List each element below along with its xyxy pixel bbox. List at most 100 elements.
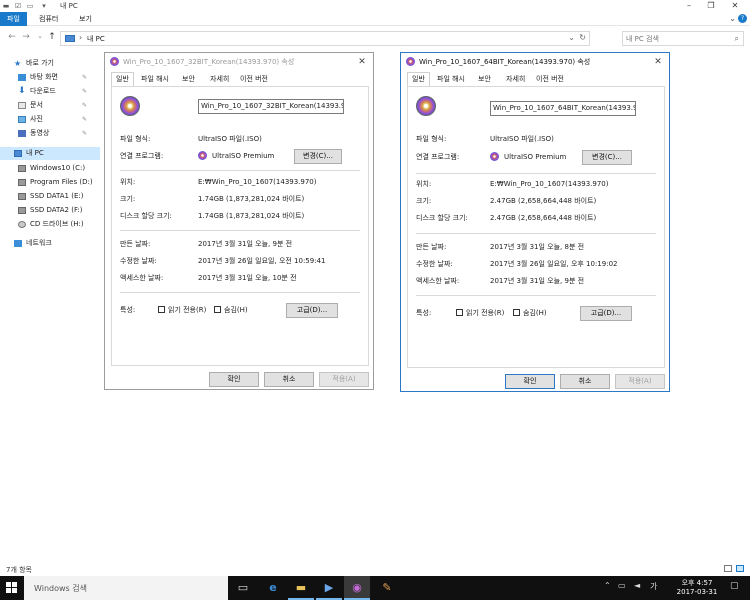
tab-previous-versions[interactable]: 이전 버전 — [532, 73, 568, 86]
change-button[interactable]: 변경(C)... — [294, 149, 342, 164]
search-input[interactable] — [626, 33, 726, 44]
address-bar[interactable]: › 내 PC ⌄ ↻ — [60, 31, 590, 46]
search-icon: ⌕ — [734, 34, 739, 43]
nav-drive-d[interactable]: Program Files (D:) — [18, 176, 100, 189]
nav-videos[interactable]: 동영상 ✎ — [18, 127, 100, 140]
nav-drive-h[interactable]: CD 드라이브 (H:) — [18, 218, 100, 231]
pin-icon[interactable]: ✎ — [82, 99, 87, 112]
nav-quick-access[interactable]: ★ 바로 가기 — [14, 57, 100, 70]
close-icon[interactable]: ✕ — [651, 55, 665, 69]
cancel-button[interactable]: 취소 — [264, 372, 314, 387]
hidden-checkbox[interactable] — [513, 309, 520, 316]
nav-network[interactable]: 네트워크 — [14, 237, 100, 250]
nav-drive-e[interactable]: SSD DATA1 (E:) — [18, 190, 100, 203]
tab-view[interactable]: 보기 — [72, 12, 99, 26]
this-pc-icon — [65, 35, 75, 42]
back-icon[interactable]: ← — [6, 32, 18, 42]
ok-button[interactable]: 확인 — [209, 372, 259, 387]
tab-file-hash[interactable]: 파일 해시 — [433, 73, 469, 86]
created-row: 만든 날짜: 2017년 3월 31일 오늘, 8분 전 — [416, 243, 585, 251]
properties-icon[interactable]: ☑ — [14, 2, 22, 10]
customize-quick-access-icon[interactable]: ▾ — [40, 2, 48, 10]
tab-security[interactable]: 보안 — [178, 73, 199, 86]
tab-file[interactable]: 파일 — [0, 12, 27, 26]
drive-icon — [18, 207, 26, 214]
nav-drive-c[interactable]: Windows10 (C:) — [18, 162, 100, 175]
readonly-checkbox[interactable] — [456, 309, 463, 316]
tab-general[interactable]: 일반 — [407, 72, 430, 86]
dialog-titlebar[interactable]: Win_Pro_10_1607_32BIT_Korean(14393.970) … — [105, 53, 373, 71]
recent-locations-icon[interactable]: ⌄ — [34, 32, 46, 40]
new-folder-icon[interactable]: ▭ — [26, 2, 34, 10]
volume-icon[interactable]: ◄ — [634, 581, 640, 590]
network-status-icon[interactable]: ▭ — [618, 581, 626, 590]
breadcrumb-chevron-icon[interactable]: › — [79, 33, 82, 42]
tab-file-hash[interactable]: 파일 해시 — [137, 73, 173, 86]
media-player-icon[interactable]: ▶ — [316, 576, 342, 600]
ok-button[interactable]: 확인 — [505, 374, 555, 389]
file-explorer-icon[interactable]: ▬ — [288, 576, 314, 600]
nav-downloads[interactable]: ⬇ 다운로드 ✎ — [18, 85, 100, 98]
breadcrumb[interactable]: 내 PC — [87, 34, 105, 44]
desktop-icon — [18, 74, 26, 81]
paint-icon[interactable]: ✎ — [374, 576, 400, 600]
disk-size-value: 2.47GB (2,658,664,448 바이트) — [490, 214, 597, 222]
cancel-button[interactable]: 취소 — [560, 374, 610, 389]
readonly-checkbox[interactable] — [158, 306, 165, 313]
task-view-icon[interactable]: ▭ — [230, 576, 256, 600]
nav-documents[interactable]: 문서 ✎ — [18, 99, 100, 112]
advanced-button[interactable]: 고급(D)... — [580, 306, 632, 321]
ultraiso-taskbar-icon[interactable]: ◉ — [344, 576, 370, 600]
address-dropdown-icon[interactable]: ⌄ — [568, 33, 575, 42]
clock[interactable]: 오후 4:57 2017-03-31 — [668, 579, 726, 597]
search-box[interactable]: ⌕ — [622, 31, 744, 46]
up-icon[interactable]: ↑ — [46, 32, 58, 42]
nav-this-pc[interactable]: 내 PC — [0, 147, 100, 160]
details-view-icon[interactable] — [724, 565, 732, 572]
location-row: 위치: E:₩Win_Pro_10_1607(14393.970) — [120, 178, 317, 186]
windows-start-icon[interactable] — [0, 576, 24, 600]
divider — [120, 170, 360, 171]
pin-icon[interactable]: ✎ — [82, 85, 87, 98]
maximize-button[interactable]: ❐ — [700, 0, 722, 12]
close-icon[interactable]: ✕ — [355, 55, 369, 69]
star-icon: ★ — [14, 59, 22, 68]
refresh-icon[interactable]: ↻ — [579, 33, 586, 42]
nav-desktop[interactable]: 바탕 화면 ✎ — [18, 71, 100, 84]
nav-pictures[interactable]: 사진 ✎ — [18, 113, 100, 126]
nav-drive-f[interactable]: SSD DATA2 (F:) — [18, 204, 100, 217]
pin-icon[interactable]: ✎ — [82, 71, 87, 84]
readonly-label: 읽기 전용(R) — [466, 309, 505, 317]
apply-button[interactable]: 적용(A) — [615, 374, 665, 389]
tab-previous-versions[interactable]: 이전 버전 — [236, 73, 272, 86]
help-icon[interactable]: ? — [738, 14, 747, 23]
hidden-label: 숨김(H) — [523, 309, 547, 317]
close-button[interactable]: ✕ — [724, 0, 746, 12]
divider — [416, 173, 656, 174]
taskbar-search[interactable]: Windows 검색 — [24, 576, 228, 600]
tab-details[interactable]: 자세히 — [206, 73, 233, 86]
tab-general[interactable]: 일반 — [111, 72, 134, 86]
pin-icon[interactable]: ✎ — [82, 127, 87, 140]
filename-field[interactable]: Win_Pro_10_1607_32BIT_Korean(14393.970) — [198, 99, 344, 114]
tab-details[interactable]: 자세히 — [502, 73, 529, 86]
ime-indicator[interactable]: 가 — [650, 581, 657, 592]
large-icons-view-icon[interactable] — [736, 565, 744, 572]
tab-security[interactable]: 보안 — [474, 73, 495, 86]
created-row: 만든 날짜: 2017년 3월 31일 오늘, 9분 전 — [120, 240, 293, 248]
action-center-icon[interactable]: ▢ — [730, 581, 739, 591]
forward-icon[interactable]: → — [20, 32, 32, 42]
minimize-button[interactable]: – — [678, 0, 700, 12]
file-type-value: UltraISO 파일(.ISO) — [198, 135, 262, 143]
dialog-titlebar[interactable]: Win_Pro_10_1607_64BIT_Korean(14393.970) … — [401, 53, 669, 71]
tab-computer[interactable]: 컴퓨터 — [32, 12, 65, 26]
hidden-checkbox[interactable] — [214, 306, 221, 313]
advanced-button[interactable]: 고급(D)... — [286, 303, 338, 318]
show-hidden-icons-icon[interactable]: ⌃ — [604, 581, 611, 590]
apply-button[interactable]: 적용(A) — [319, 372, 369, 387]
expand-ribbon-icon[interactable]: ⌄ — [729, 14, 736, 23]
pin-icon[interactable]: ✎ — [82, 113, 87, 126]
filename-field[interactable]: Win_Pro_10_1607_64BIT_Korean(14393.970) — [490, 101, 636, 116]
edge-icon[interactable]: e — [260, 576, 286, 600]
change-button[interactable]: 변경(C)... — [582, 150, 632, 165]
